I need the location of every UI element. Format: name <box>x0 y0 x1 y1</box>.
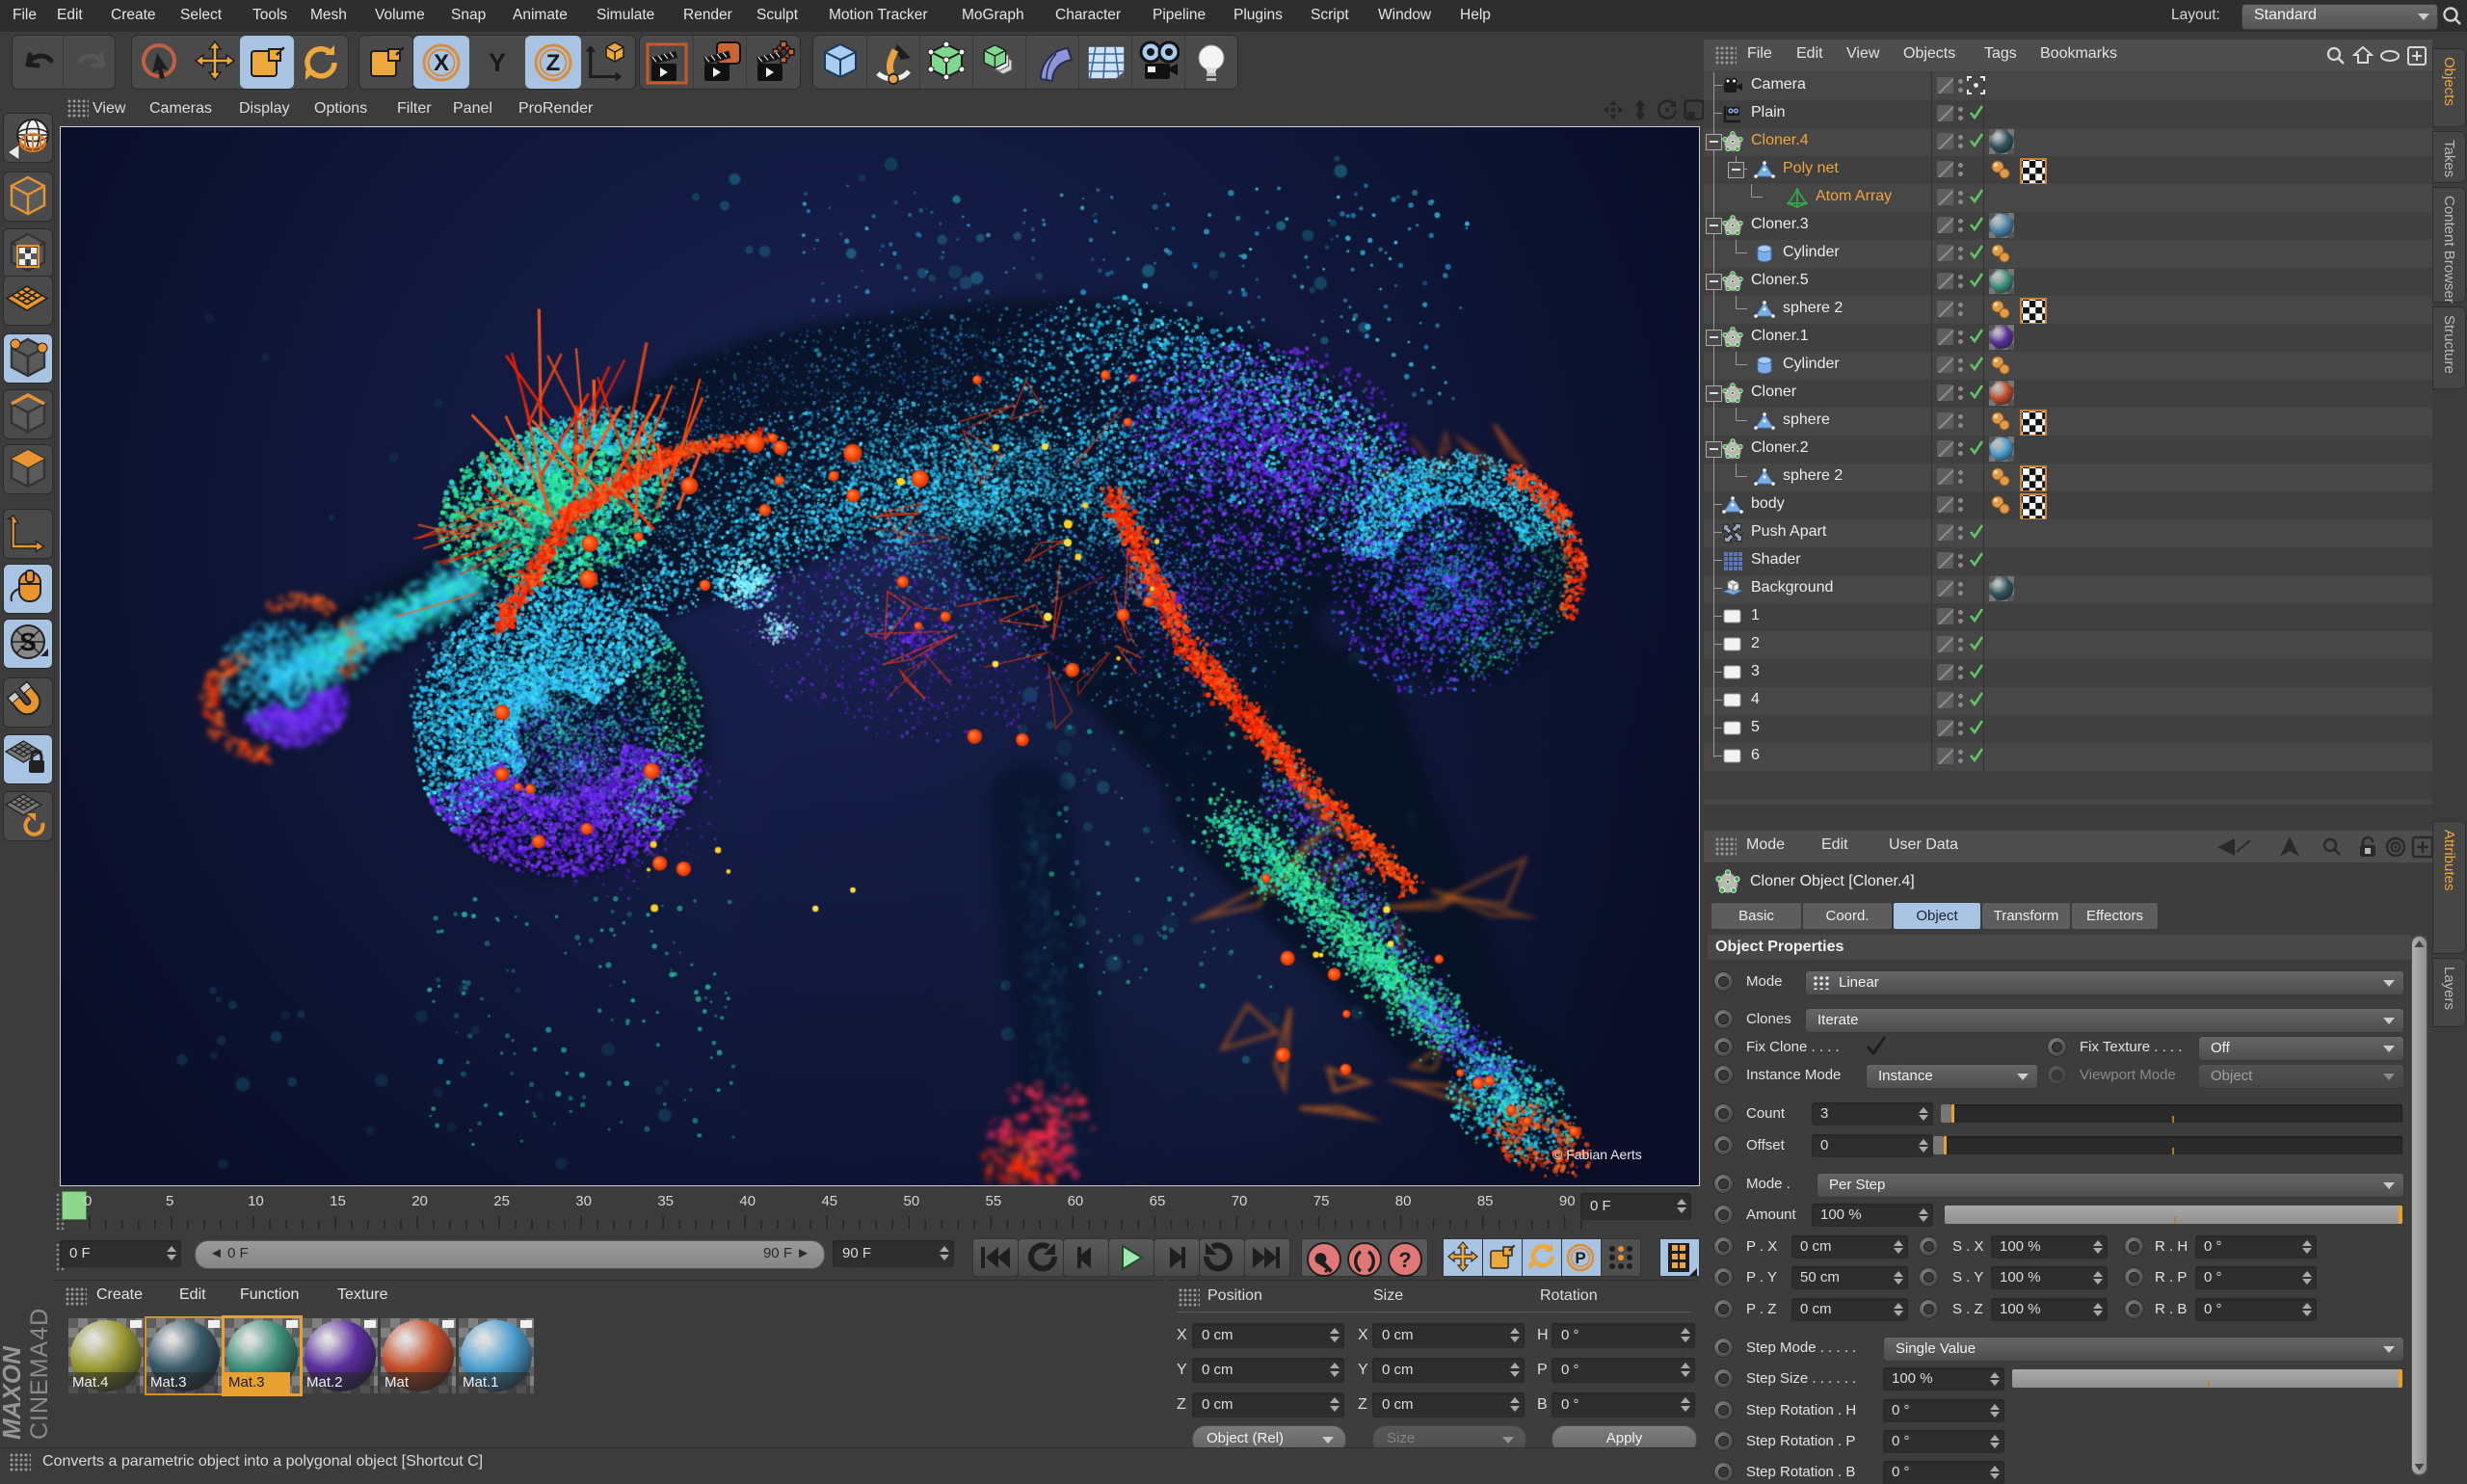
svg-text:S: S <box>19 627 36 656</box>
svg-text:MAXON: MAXON <box>2 1345 26 1440</box>
svg-text:X: X <box>434 50 449 76</box>
svg-text:CINEMA4D: CINEMA4D <box>26 1308 52 1440</box>
svg-text:P: P <box>1575 1249 1585 1267</box>
svg-text:Z: Z <box>546 50 561 76</box>
svg-text:Y: Y <box>489 48 506 77</box>
svg-text:?: ? <box>1398 1248 1411 1272</box>
